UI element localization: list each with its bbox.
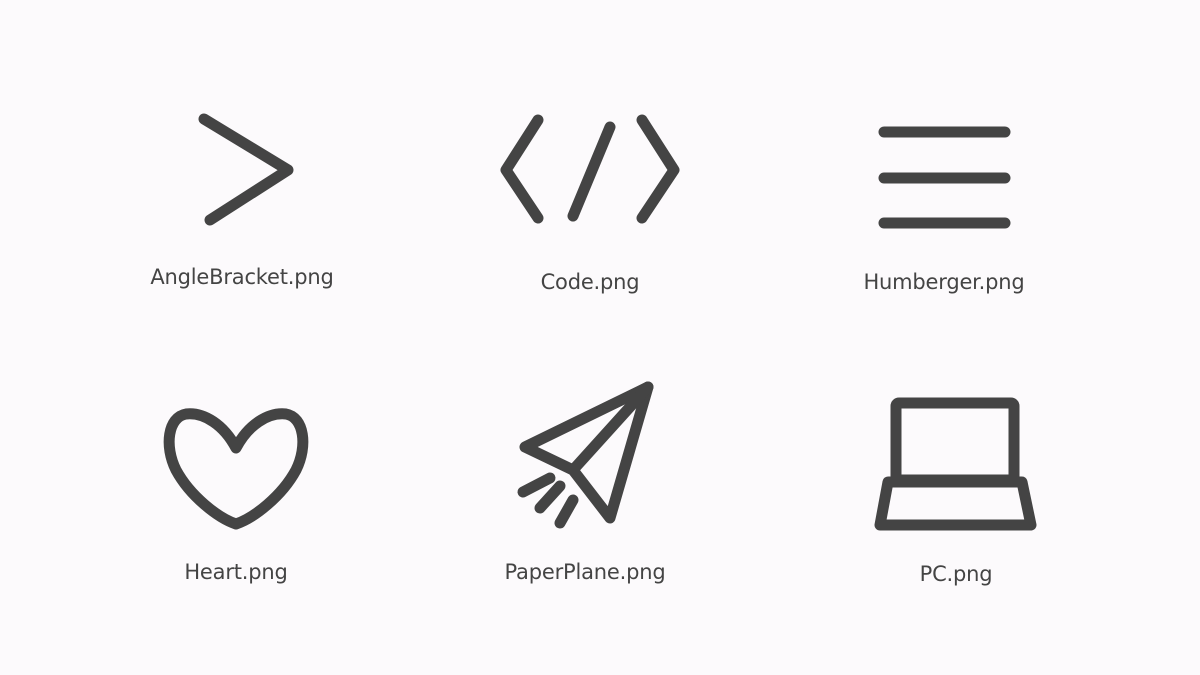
icon-tile-hamburger[interactable]: Humberger.png	[814, 100, 1074, 320]
code-icon	[500, 114, 680, 224]
filename-label: Heart.png	[184, 560, 288, 584]
heart-icon	[163, 408, 309, 530]
filename-label: PC.png	[919, 562, 993, 586]
filename-label: Humberger.png	[863, 270, 1025, 294]
icon-tile-pc[interactable]: PC.png	[826, 397, 1086, 620]
filename-label: Code.png	[540, 270, 640, 294]
pc-icon	[874, 397, 1037, 531]
icon-tile-code[interactable]: Code.png	[460, 100, 720, 320]
angle-bracket-icon	[198, 113, 294, 226]
icon-tile-heart[interactable]: Heart.png	[106, 400, 366, 620]
paper-plane-icon	[517, 381, 654, 529]
icon-tile-paper-plane[interactable]: PaperPlane.png	[455, 381, 715, 620]
hamburger-icon	[878, 126, 1011, 229]
filename-label: AngleBracket.png	[150, 265, 334, 289]
icon-tile-angle-bracket[interactable]: AngleBracket.png	[112, 100, 372, 320]
filename-label: PaperPlane.png	[504, 560, 666, 584]
